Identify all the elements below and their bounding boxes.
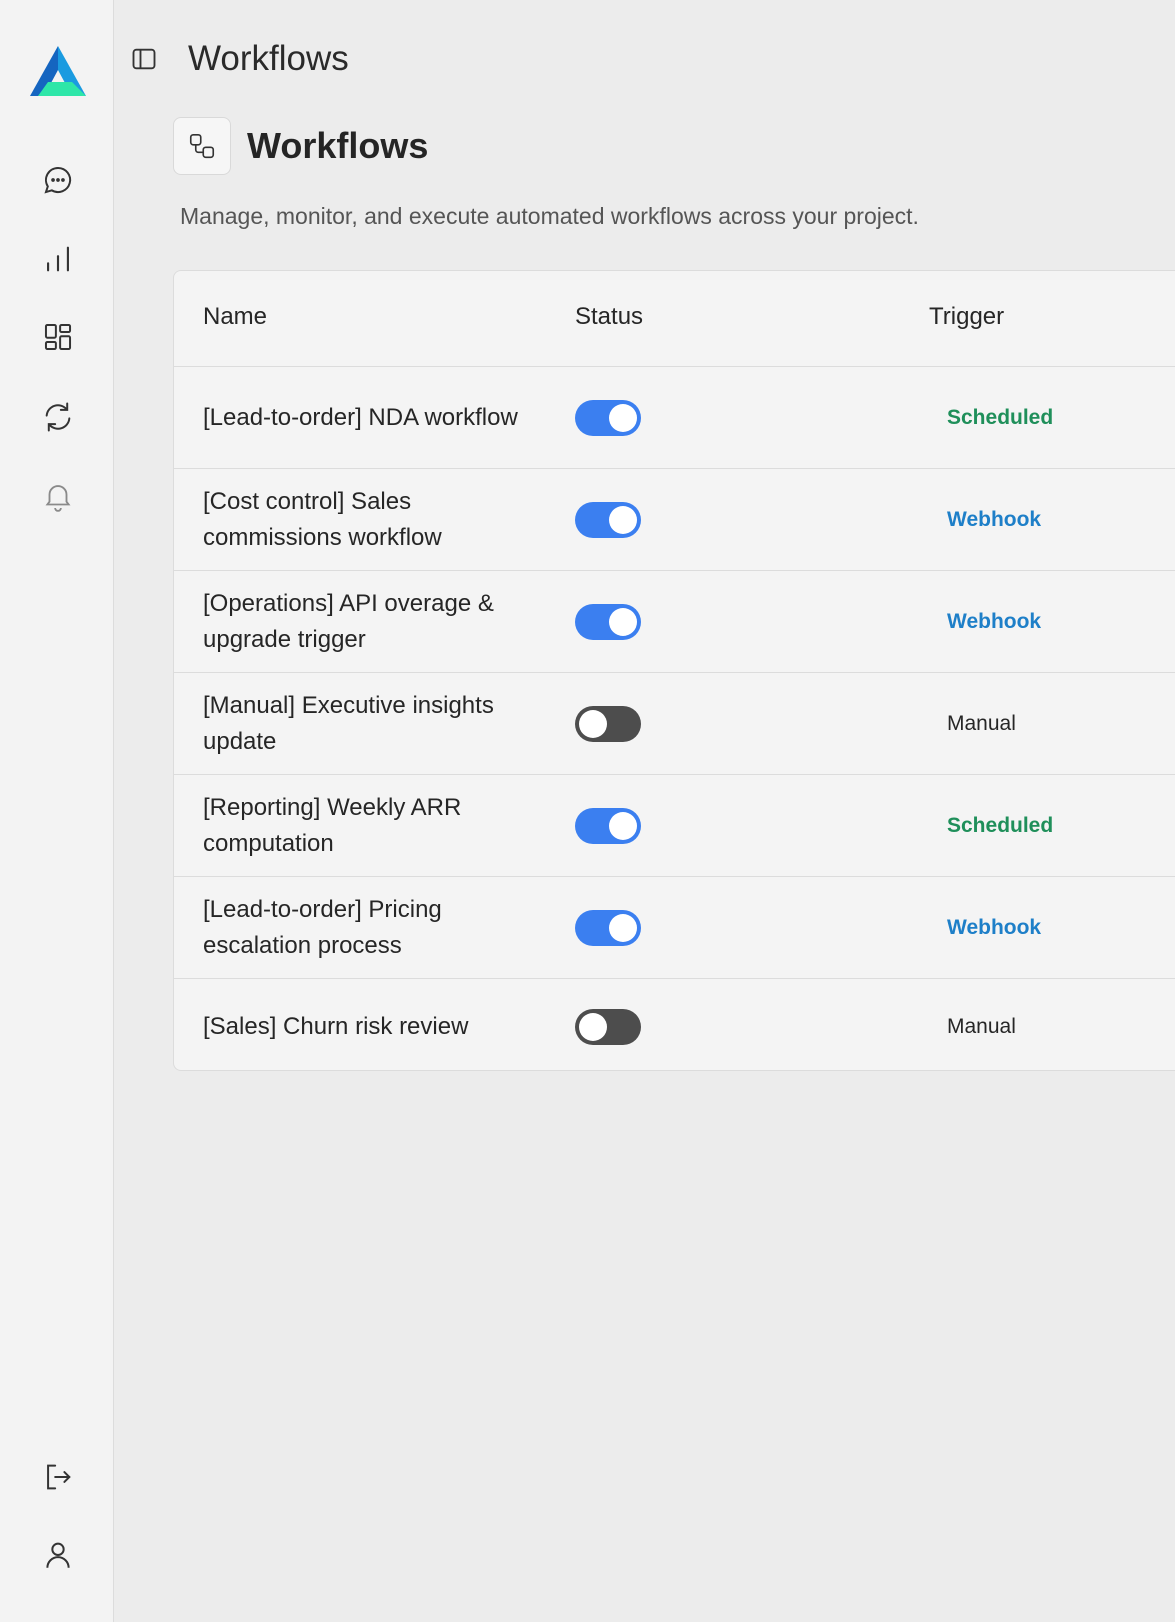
- user-icon[interactable]: [34, 1531, 82, 1579]
- table-row[interactable]: [Lead-to-order] Pricing escalation proce…: [174, 877, 1175, 979]
- trigger-label: Scheduled: [947, 405, 1054, 429]
- table-row[interactable]: [Manual] Executive insights update Manual: [174, 673, 1175, 775]
- sidebar: [0, 0, 114, 1622]
- table-header: Name Status Trigger: [174, 271, 1175, 367]
- table-row[interactable]: [Cost control] Sales commissions workflo…: [174, 469, 1175, 571]
- table-row[interactable]: [Lead-to-order] NDA workflow Scheduled: [174, 367, 1175, 469]
- trigger-label: Webhook: [947, 609, 1042, 633]
- header-name[interactable]: Name: [203, 303, 267, 331]
- table-row[interactable]: [Reporting] Weekly ARR computation Schedu…: [174, 775, 1175, 877]
- status-toggle[interactable]: [575, 807, 641, 844]
- toggle-knob: [609, 913, 637, 942]
- workflow-name[interactable]: [Reporting] Weekly ARR computation: [203, 775, 543, 876]
- dashboard-icon[interactable]: [34, 313, 82, 361]
- workflow-name[interactable]: [Cost control] Sales commissions workflo…: [203, 469, 543, 570]
- workflows-table: Name Status Trigger [Lead-to-order] NDA …: [173, 270, 1175, 1071]
- status-toggle[interactable]: [575, 1009, 641, 1045]
- status-toggle[interactable]: [575, 501, 641, 538]
- workflow-name[interactable]: [Lead-to-order] NDA workflow: [203, 367, 543, 468]
- app-logo[interactable]: [28, 46, 88, 98]
- toggle-knob: [579, 1013, 607, 1041]
- status-toggle[interactable]: [575, 399, 641, 436]
- workflow-name[interactable]: [Sales] Churn risk review: [203, 979, 543, 1070]
- trigger-label: Scheduled: [947, 813, 1054, 837]
- status-toggle[interactable]: [575, 909, 641, 946]
- chat-icon[interactable]: [34, 156, 82, 204]
- workflow-name[interactable]: [Operations] API overage & upgrade trigg…: [203, 571, 543, 672]
- workflow-icon: [173, 117, 231, 175]
- toggle-knob: [579, 709, 607, 738]
- header-status[interactable]: Status: [575, 303, 643, 331]
- table-row[interactable]: [Operations] API overage & upgrade trigg…: [174, 571, 1175, 673]
- page-title: Workflows: [247, 125, 429, 166]
- trigger-label: Webhook: [947, 915, 1042, 939]
- bell-icon[interactable]: [34, 472, 82, 520]
- table-row[interactable]: [Sales] Churn risk review Manual: [174, 979, 1175, 1070]
- sync-icon[interactable]: [34, 393, 82, 441]
- status-toggle[interactable]: [575, 705, 641, 742]
- workflow-name[interactable]: [Lead-to-order] Pricing escalation proce…: [203, 877, 543, 978]
- sidebar-toggle-icon[interactable]: [128, 43, 160, 75]
- workflow-name[interactable]: [Manual] Executive insights update: [203, 673, 543, 774]
- toggle-knob: [609, 607, 637, 636]
- toggle-knob: [609, 505, 637, 534]
- page-subtitle: Manage, monitor, and execute automated w…: [180, 203, 919, 229]
- status-toggle[interactable]: [575, 603, 641, 640]
- trigger-label: Webhook: [947, 507, 1042, 531]
- topbar-title: Workflows: [188, 39, 349, 78]
- bar-chart-icon[interactable]: [34, 235, 82, 283]
- toggle-knob: [609, 403, 637, 432]
- main-content: Workflows Workflows Manage, monitor, and…: [114, 0, 1175, 1622]
- toggle-knob: [609, 811, 637, 840]
- trigger-label: Manual: [947, 711, 1016, 735]
- logout-icon[interactable]: [34, 1453, 82, 1501]
- trigger-label: Manual: [947, 1015, 1016, 1038]
- header-trigger[interactable]: Trigger: [929, 303, 1004, 331]
